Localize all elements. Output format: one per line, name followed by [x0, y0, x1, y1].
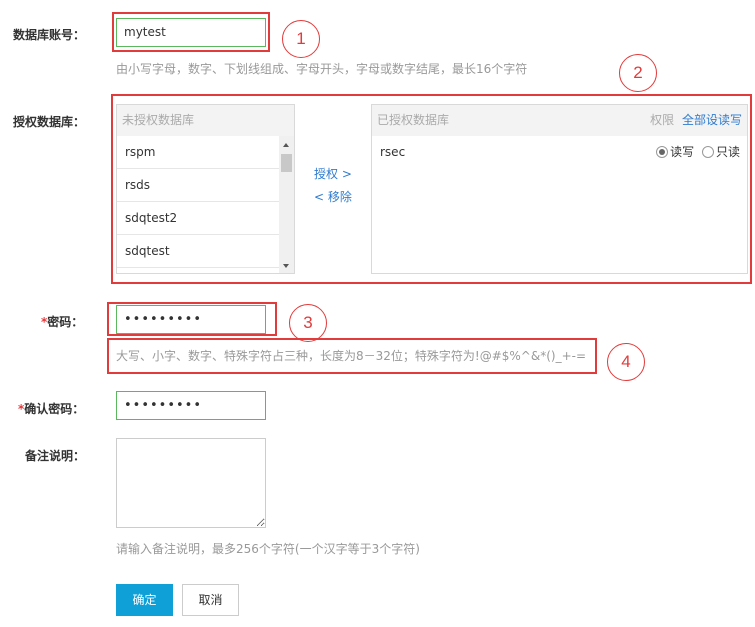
remark-label: 备注说明：	[25, 449, 86, 463]
annotation-circle-4: 4	[607, 343, 645, 381]
annotation-box-3	[107, 302, 277, 336]
password-label-text: 密码：	[47, 315, 84, 329]
confirm-button[interactable]: 确定	[116, 584, 173, 616]
annotation-box-1	[112, 12, 270, 52]
remark-hint: 请输入备注说明，最多256个字符(一个汉字等于3个字符)	[116, 542, 420, 556]
remark-textarea[interactable]	[116, 438, 266, 528]
annotation-box-2	[111, 94, 752, 284]
annotation-circle-1: 1	[282, 20, 320, 58]
account-hint: 由小写字母，数字、下划线组成、字母开头，字母或数字结尾，最长16个字符	[116, 62, 528, 76]
annotation-circle-3: 3	[289, 304, 327, 342]
auth-db-label: 授权数据库：	[13, 115, 86, 129]
confirm-password-label-text: 确认密码：	[24, 402, 85, 416]
account-label: 数据库账号：	[13, 28, 86, 42]
annotation-box-4	[107, 338, 597, 374]
annotation-circle-2: 2	[619, 54, 657, 92]
password-label: *密码：	[41, 313, 83, 330]
confirm-password-label: *确认密码：	[18, 400, 84, 417]
confirm-password-input[interactable]: •••••••••	[116, 391, 266, 420]
cancel-button[interactable]: 取消	[182, 584, 239, 616]
